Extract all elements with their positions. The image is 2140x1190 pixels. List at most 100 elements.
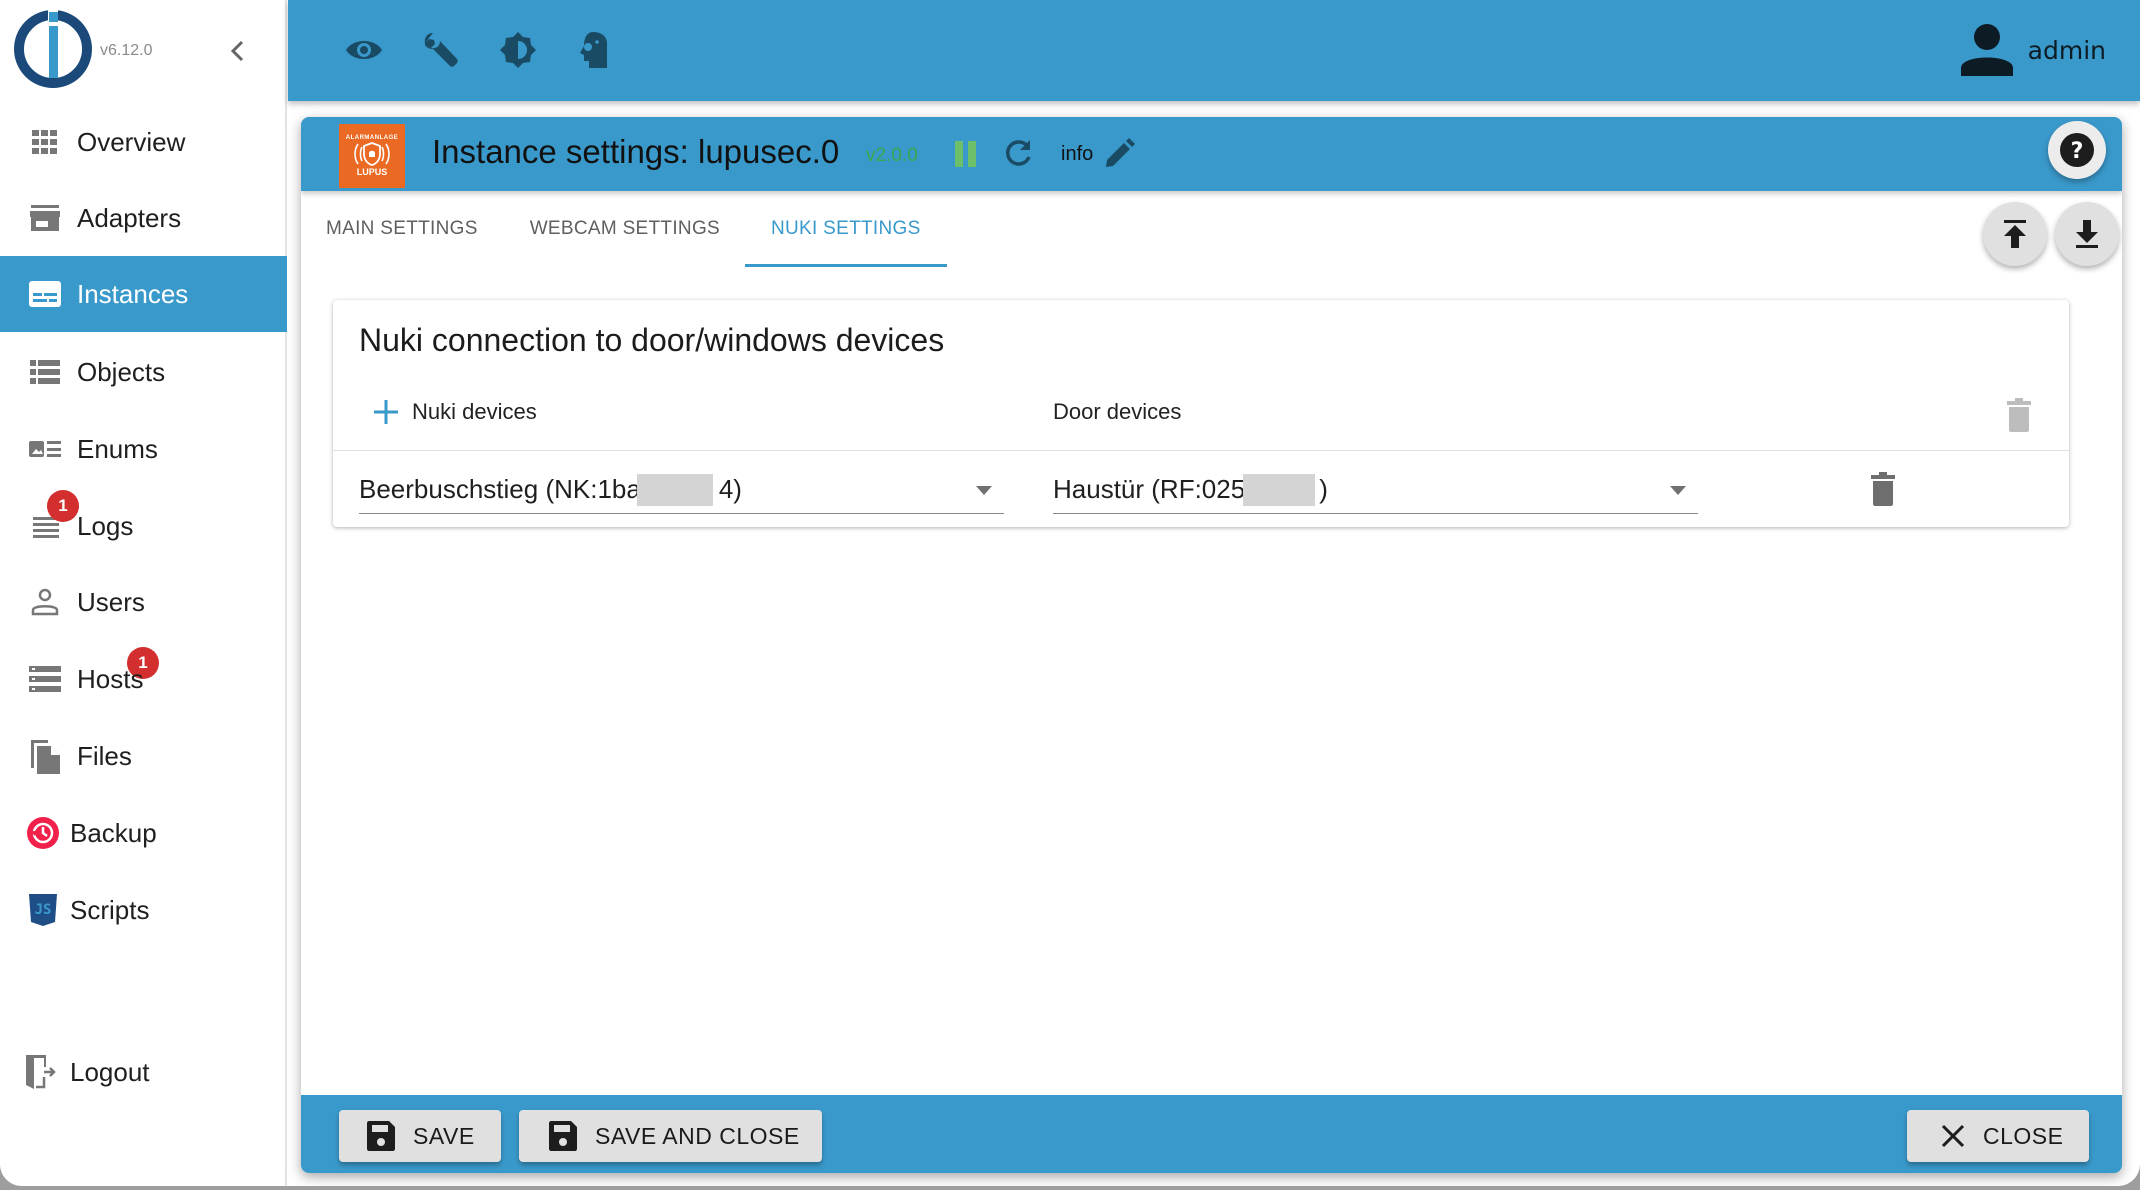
logout-icon [24,1055,58,1089]
help-button[interactable]: ? [2048,121,2106,179]
adapter-logo-brand: LUPUS [356,167,388,177]
top-bar: admin [288,0,2140,101]
logs-badge: 1 [47,490,79,522]
tab-webcam-settings[interactable]: WEBCAM SETTINGS [530,191,720,267]
tab-nuki-settings[interactable]: NUKI SETTINGS [745,191,947,267]
app-window: v6.12.0 Overview Adapters Instances Obje… [0,0,2140,1186]
tab-main-settings[interactable]: MAIN SETTINGS [326,191,478,267]
reload-icon[interactable] [1001,137,1035,171]
door-device-suffix: ) [1319,474,1328,504]
sidebar-item-label: Enums [77,433,158,464]
door-device-select[interactable]: Haustür (RF:025) [1053,468,1698,514]
add-row-button[interactable] [371,397,401,427]
save-label: SAVE [413,1122,475,1149]
wrench-icon[interactable] [421,30,461,70]
delete-all-icon[interactable] [2004,398,2034,432]
save-button[interactable]: SAVE [339,1110,501,1162]
delete-row-icon[interactable] [1868,472,1898,506]
instance-settings-dialog: ALARMANLAGE LUPUS Instance settings: lup… [301,117,2122,1173]
list-icon [28,355,62,389]
nuki-device-select[interactable]: Beerbuschstieg (NK:1ba 4) [359,468,1004,514]
sidebar-item-label: Scripts [70,894,150,925]
javascript-icon: JS [26,893,60,927]
save-and-close-button[interactable]: SAVE AND CLOSE [519,1110,822,1162]
door-device-text: Haustür (RF:025 [1053,474,1246,504]
sidebar-item-objects[interactable]: Objects [0,334,287,410]
settings-tabs: MAIN SETTINGS WEBCAM SETTINGS NUKI SETTI… [301,191,947,267]
download-settings-button[interactable] [2055,202,2119,266]
account-icon [1960,24,2013,76]
nuki-device-suffix: 4) [718,474,742,504]
sidebar-item-users[interactable]: Users [0,564,287,640]
sidebar-item-label: Files [77,740,132,771]
download-icon [2076,220,2098,248]
sidebar-item-label: Users [77,586,145,617]
iobroker-logo [14,10,92,88]
user-menu[interactable]: admin [1960,24,2106,76]
sidebar-item-scripts[interactable]: JS Scripts [0,872,287,948]
column-header-nuki-devices: Nuki devices [412,399,537,424]
svg-text:?: ? [2071,139,2084,164]
sidebar-item-label: Backup [70,817,157,848]
help-icon: ? [2060,133,2094,167]
tab-label: NUKI SETTINGS [771,218,921,239]
app-version: v6.12.0 [100,42,153,59]
upload-icon [2004,220,2026,248]
dialog-header: ALARMANLAGE LUPUS Instance settings: lup… [301,117,2122,191]
sidebar-item-backup[interactable]: Backup [0,795,287,871]
nuki-device-text: Beerbuschstieg (NK:1ba [359,474,641,504]
pause-icon[interactable] [953,141,977,169]
sidebar-item-label: Objects [77,356,166,387]
card-title: Nuki connection to door/windows devices [359,322,945,358]
upload-settings-button[interactable] [1983,202,2047,266]
enums-icon [28,432,62,466]
sidebar-item-label: Overview [77,126,186,157]
shield-bell-icon [354,142,390,166]
tab-label: MAIN SETTINGS [326,218,478,239]
sidebar-item-logs[interactable]: 1 Logs [0,488,287,564]
nuki-connection-card: Nuki connection to door/windows devices … [333,300,2069,527]
logout-button[interactable]: Logout [0,1034,287,1110]
sidebar-item-overview[interactable]: Overview [0,104,287,180]
close-label: CLOSE [1983,1122,2064,1149]
dialog-title: Instance settings: lupusec.0 [432,133,840,170]
hosts-icon [28,662,62,696]
user-name: admin [2027,35,2106,65]
backup-icon [26,816,60,850]
sidebar-item-label: Adapters [77,202,182,233]
save-and-close-label: SAVE AND CLOSE [595,1122,800,1149]
user-outline-icon [28,585,62,619]
lupus-adapter-logo: ALARMANLAGE LUPUS [339,124,405,188]
collapse-sidebar-icon[interactable] [222,34,252,68]
eye-icon[interactable] [344,30,384,70]
sidebar-item-label: Logout [70,1056,150,1087]
column-header-door-devices: Door devices [1053,399,1182,424]
header-divider [333,450,2069,451]
sidebar-item-enums[interactable]: Enums [0,411,287,487]
edit-pencil-icon[interactable] [1103,138,1135,170]
dialog-footer: SAVE SAVE AND CLOSE CLOSE [301,1095,2122,1173]
redacted-region [637,474,713,506]
dropdown-arrow-icon [1670,486,1686,495]
close-button[interactable]: CLOSE [1907,1110,2089,1162]
dropdown-arrow-icon [976,486,992,495]
sidebar-item-hosts[interactable]: 1 Hosts [0,641,287,717]
adapter-version: v2.0.0 [866,145,918,166]
instances-icon [28,277,62,311]
brightness-icon[interactable] [498,30,538,70]
sidebar-item-adapters[interactable]: Adapters [0,180,287,256]
files-icon [28,739,62,774]
floppy-disk-icon [367,1121,395,1151]
svg-text:JS: JS [35,902,52,918]
store-icon [28,201,62,235]
info-link[interactable]: info [1061,143,1093,166]
sidebar-item-label: Hosts [77,663,144,694]
floppy-disk-icon [549,1121,577,1151]
close-icon [1941,1124,1965,1148]
expert-mode-icon[interactable] [574,30,614,70]
sidebar-item-instances[interactable]: Instances [0,256,287,332]
sidebar-item-label: Logs [77,510,134,541]
sidebar-item-label: Instances [77,278,189,309]
sidebar: v6.12.0 Overview Adapters Instances Obje… [0,0,287,1186]
sidebar-item-files[interactable]: Files [0,718,287,794]
